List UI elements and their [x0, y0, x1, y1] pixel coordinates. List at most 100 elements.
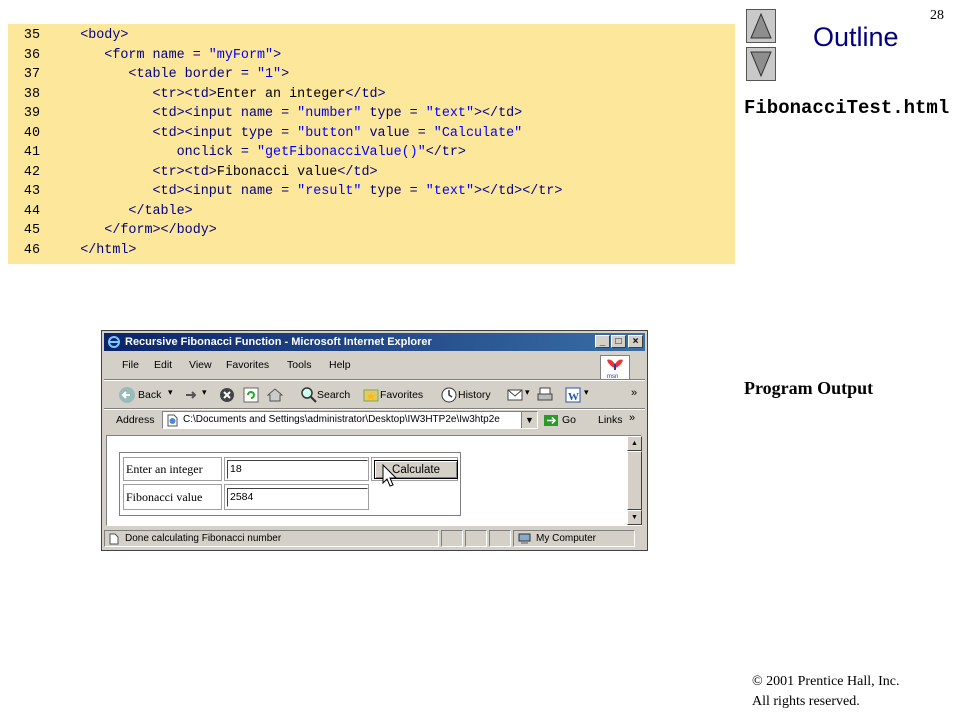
- address-dropdown-icon[interactable]: ▼: [521, 412, 537, 428]
- code-tag: ></td></tr>: [473, 184, 563, 199]
- msn-icon: msn: [600, 355, 630, 381]
- page-icon: [167, 414, 178, 427]
- code-string: "1": [256, 67, 282, 82]
- code-line: 42 <tr><td>Fibonacci value</td>: [8, 163, 378, 182]
- address-field[interactable]: C:\Documents and Settings\administrator\…: [162, 411, 538, 429]
- title-bar: Recursive Fibonacci Function - Microsoft…: [104, 333, 645, 351]
- toolbar: Back ▾ ▾ Search Favorites History ▾ W ▾ …: [104, 383, 645, 407]
- menu-help[interactable]: Help: [329, 359, 351, 371]
- close-button[interactable]: ×: [628, 335, 643, 348]
- search-button[interactable]: Search: [317, 389, 350, 401]
- links-button[interactable]: Links: [598, 414, 623, 426]
- outline-label: Outline: [813, 22, 899, 52]
- down-arrow-icon: [750, 51, 772, 78]
- minimize-button[interactable]: _: [595, 335, 610, 348]
- menu-view[interactable]: View: [189, 359, 212, 371]
- back-icon[interactable]: [118, 386, 136, 404]
- code-tag: </tr>: [425, 145, 466, 160]
- scroll-down-icon[interactable]: ▼: [627, 510, 642, 525]
- code-text: Enter an integer: [216, 86, 346, 102]
- code-string: "getFibonacciValue()": [256, 145, 426, 160]
- refresh-icon[interactable]: [242, 386, 260, 404]
- history-button[interactable]: History: [458, 389, 491, 401]
- mail-icon[interactable]: [506, 386, 524, 404]
- ie-icon: [108, 336, 120, 348]
- copyright-line-2: All rights reserved.: [752, 694, 860, 709]
- search-icon[interactable]: [300, 386, 318, 404]
- menu-edit[interactable]: Edit: [154, 359, 172, 371]
- code-tag: <td><input name =: [152, 106, 298, 121]
- maximize-button[interactable]: □: [611, 335, 626, 348]
- line-number: 35: [23, 28, 40, 43]
- links-more-icon[interactable]: »: [629, 412, 635, 424]
- next-slide-button[interactable]: [746, 47, 776, 81]
- computer-icon: [518, 533, 531, 544]
- svg-text:W: W: [568, 391, 579, 403]
- back-button[interactable]: Back: [138, 389, 161, 401]
- line-number: 40: [23, 125, 40, 141]
- go-arrow-icon[interactable]: [544, 414, 558, 427]
- vertical-scrollbar[interactable]: ▲ ▼: [627, 436, 642, 525]
- code-line: 45 </form></body>: [8, 221, 217, 240]
- copyright-line-1: © 2001 Prentice Hall, Inc.: [752, 674, 900, 689]
- print-icon[interactable]: [536, 386, 554, 404]
- forward-dropdown-icon[interactable]: ▾: [202, 387, 207, 398]
- line-number: 46: [23, 242, 40, 258]
- code-line: 41 onclick = "getFibonacciValue()"</tr>: [8, 143, 466, 162]
- line-number: 38: [23, 86, 40, 102]
- code-line: 38 <tr><td>Enter an integer</td>: [8, 85, 386, 104]
- program-output-label: Program Output: [744, 378, 874, 398]
- code-tag: <tr><td>: [152, 86, 217, 102]
- home-icon[interactable]: [266, 386, 284, 404]
- favorites-button[interactable]: Favorites: [380, 389, 423, 401]
- status-pane-empty: [465, 530, 487, 547]
- browser-window: Recursive Fibonacci Function - Microsoft…: [101, 330, 648, 551]
- line-number: 44: [23, 203, 40, 219]
- stop-icon[interactable]: [218, 386, 236, 404]
- scroll-thumb[interactable]: [627, 451, 642, 510]
- scroll-up-icon[interactable]: ▲: [627, 436, 642, 451]
- code-line: 40 <td><input type = "button" value = "C…: [8, 124, 522, 143]
- menu-favorites[interactable]: Favorites: [226, 359, 269, 371]
- address-value[interactable]: C:\Documents and Settings\administrator\…: [183, 414, 515, 425]
- result-input[interactable]: 2584: [227, 488, 368, 507]
- menu-tools[interactable]: Tools: [287, 359, 312, 371]
- code-tag: <table border =: [128, 67, 257, 82]
- go-button[interactable]: Go: [562, 414, 576, 426]
- previous-slide-button[interactable]: [746, 9, 776, 43]
- more-tools-icon[interactable]: »: [631, 387, 637, 399]
- page-number: 28: [930, 8, 944, 23]
- favorites-icon[interactable]: [362, 386, 380, 404]
- forward-icon[interactable]: [182, 386, 200, 404]
- code-line: 37 <table border = "1">: [8, 65, 289, 84]
- code-tag: </td>: [345, 86, 386, 102]
- result-label: Fibonacci value: [126, 490, 203, 504]
- file-name: FibonacciTest.html: [744, 97, 950, 119]
- zone-text: My Computer: [536, 533, 597, 544]
- code-tag: <tr><td>: [152, 164, 217, 180]
- menu-file[interactable]: File: [122, 359, 139, 371]
- back-dropdown-icon[interactable]: ▾: [168, 387, 173, 398]
- code-tag: >: [281, 67, 290, 82]
- edit-dropdown-icon[interactable]: ▾: [584, 387, 589, 398]
- menu-bar: File Edit View Favorites Tools Help msn: [104, 355, 645, 381]
- mail-dropdown-icon[interactable]: ▾: [525, 387, 530, 398]
- edit-icon[interactable]: W: [564, 386, 582, 404]
- code-string: "number": [297, 106, 362, 121]
- code-listing: 35 <body> 36 <form name = "myForm"> 37 <ta…: [8, 24, 735, 264]
- number-input[interactable]: 18: [227, 460, 368, 479]
- history-icon[interactable]: [440, 386, 458, 404]
- line-number: 42: [23, 164, 40, 180]
- table-cell: Enter an integer: [123, 457, 222, 481]
- up-arrow-icon: [750, 12, 772, 39]
- code-string: "Calculate": [433, 125, 523, 141]
